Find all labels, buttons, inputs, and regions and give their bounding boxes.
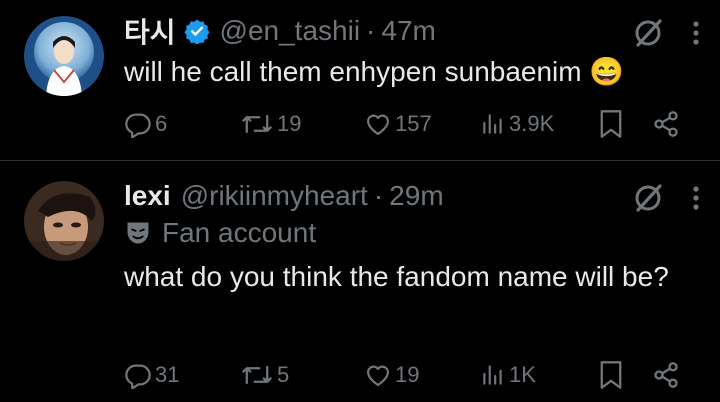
reply-button[interactable]: 31 (124, 359, 179, 391)
tweet[interactable]: lexi @rikiinmyheart · 29m Fan account wh… (0, 161, 720, 402)
user-handle[interactable]: @en_tashii (220, 15, 361, 47)
heart-icon (366, 114, 390, 136)
like-button[interactable]: 19 (364, 359, 419, 391)
user-handle[interactable]: @rikiinmyheart (181, 180, 368, 212)
repost-button[interactable]: 19 (240, 108, 301, 140)
fan-account-text: Fan account (162, 217, 317, 248)
bookmark-button[interactable] (598, 108, 627, 140)
tweet-header: 타시 @en_tashii · 47m (124, 14, 436, 48)
separator: · (373, 180, 384, 211)
share-button[interactable] (652, 108, 683, 140)
timestamp[interactable]: 29m (389, 180, 443, 212)
reply-icon (125, 113, 151, 138)
tweet-top-actions (632, 181, 700, 220)
avatar[interactable] (24, 16, 104, 96)
like-count: 157 (395, 111, 432, 136)
views-button[interactable]: 3.9K (480, 108, 554, 140)
theater-mask-icon (127, 222, 149, 244)
tweet[interactable]: 타시 @en_tashii · 47m will he call them en… (0, 0, 720, 160)
reply-icon (125, 364, 151, 389)
repost-icon (242, 365, 272, 385)
reply-count: 6 (155, 111, 168, 136)
share-icon (654, 362, 678, 388)
avatar[interactable] (24, 181, 104, 261)
tweet-actions: 31 5 19 1K (124, 359, 684, 391)
repost-button[interactable]: 5 (240, 359, 289, 391)
share-icon (654, 111, 678, 137)
separator: · (366, 15, 376, 46)
view-count: 3.9K (509, 111, 555, 136)
verified-badge-icon (183, 18, 210, 45)
fan-account-label: Fan account (124, 217, 316, 249)
views-icon (483, 114, 502, 134)
reply-button[interactable]: 6 (124, 108, 167, 140)
like-count: 19 (395, 362, 420, 387)
display-name[interactable]: 타시 (124, 11, 176, 51)
like-button[interactable]: 157 (364, 108, 432, 140)
tweet-actions: 6 19 157 3.9K (124, 108, 684, 140)
grok-icon[interactable] (632, 181, 666, 220)
bookmark-icon (600, 110, 622, 138)
tweet-header: lexi @rikiinmyheart · 29m (124, 179, 444, 213)
timestamp[interactable]: 47m (381, 15, 435, 47)
reply-count: 31 (155, 362, 180, 387)
views-button[interactable]: 1K (480, 359, 536, 391)
share-button[interactable] (652, 359, 683, 391)
views-icon (483, 365, 502, 385)
more-options-icon[interactable] (692, 184, 700, 217)
repost-count: 5 (277, 362, 290, 387)
tweet-text: what do you think the fandom name will b… (124, 261, 669, 292)
bookmark-button[interactable] (598, 359, 627, 391)
grok-icon[interactable] (632, 16, 666, 55)
bookmark-icon (600, 361, 622, 389)
more-options-icon[interactable] (692, 19, 700, 52)
display-name[interactable]: lexi (124, 180, 171, 212)
view-count: 1K (509, 362, 536, 387)
tweet-top-actions (632, 16, 700, 55)
repost-icon (242, 114, 272, 134)
tweet-text: will he call them enhypen sunbaenim 😄 (124, 56, 625, 87)
repost-count: 19 (277, 111, 302, 136)
heart-icon (366, 365, 390, 387)
